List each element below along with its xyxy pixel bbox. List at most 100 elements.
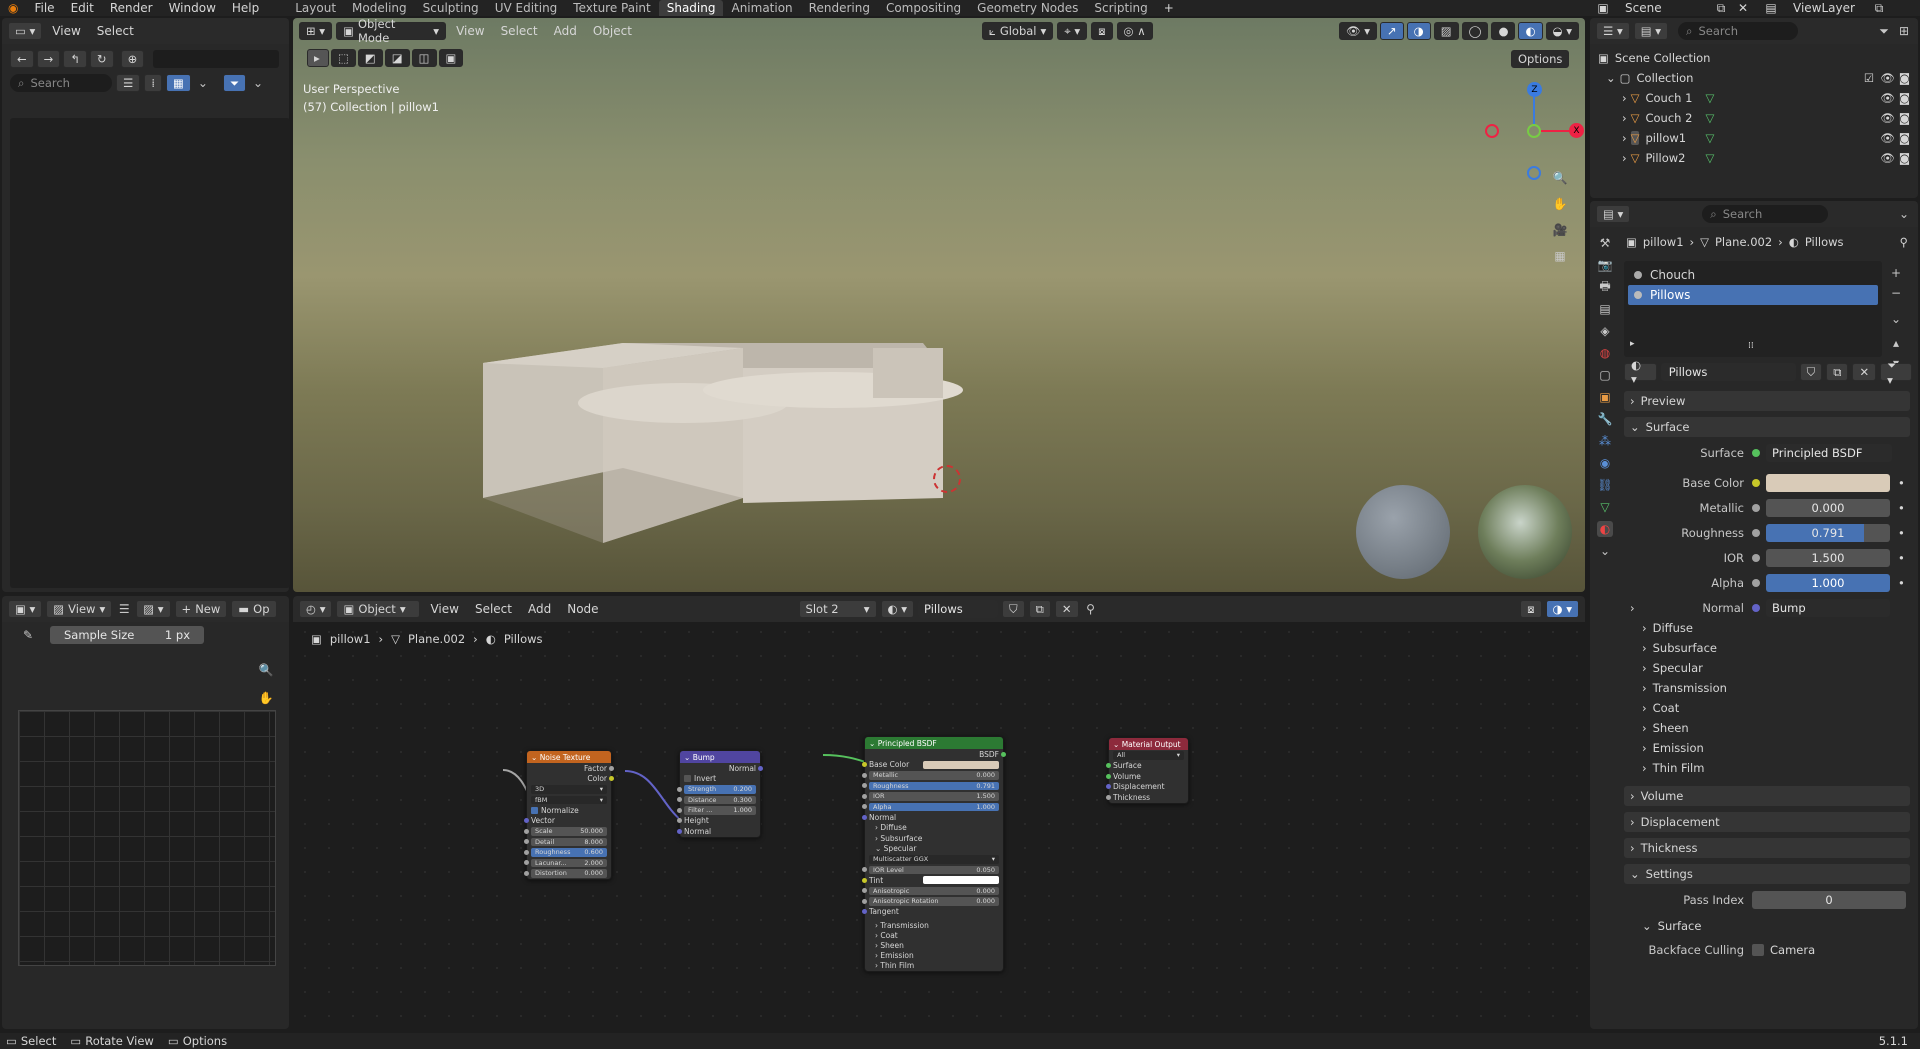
mode-dropdown[interactable]: ▣ Object Mode ▾ [336, 18, 447, 45]
thin-film-subpanel[interactable]: › Thin Film [1620, 758, 1914, 778]
list-view-icon[interactable]: ☰ [116, 74, 141, 92]
camera-icon[interactable]: ◙ [1899, 111, 1910, 125]
forward-icon[interactable]: → [36, 50, 61, 68]
duplicate-icon[interactable]: ⧉ [1826, 363, 1849, 381]
outliner-item[interactable]: › ▽ Pillow2 ▽ 👁 ◙ [1598, 148, 1910, 168]
noise-type-dropdown[interactable]: fBM ▾ [531, 795, 607, 804]
lacunarity-field[interactable]: Lacunar... 2.000 [531, 858, 607, 867]
bump-node-header[interactable]: ⌄ Bump [680, 751, 760, 763]
delete-scene-icon[interactable]: ✕ [1735, 0, 1751, 16]
view-layer-icon[interactable]: ▤ [1763, 0, 1779, 16]
specular-subpanel[interactable]: › Specular [1620, 658, 1914, 678]
chevron-right-icon[interactable]: › [1620, 601, 1640, 615]
box-invert-icon[interactable]: ◫ [411, 49, 437, 67]
eye-icon[interactable]: 👁 [1880, 131, 1895, 145]
display-mode-button[interactable]: ▤ ▾ [1633, 22, 1669, 40]
box-intersect-icon[interactable]: ▣ [438, 49, 464, 67]
ior-level-field[interactable]: IOR Level 0.050 [869, 865, 999, 874]
outliner-item[interactable]: › ▽ Couch 2 ▽ 👁 ◙ [1598, 108, 1910, 128]
camera-icon[interactable]: ◙ [1899, 151, 1910, 165]
subsurface-panel[interactable]: › Subsurface [865, 833, 1003, 844]
ior-field[interactable]: IOR 1.500 [869, 792, 999, 801]
noise-texture-node[interactable]: ⌄ Noise Texture Factor Color 3D ▾ fBM ▾ No… [524, 750, 614, 880]
data-tab-icon[interactable]: ▽ [1597, 499, 1613, 515]
diffuse-subpanel[interactable]: › Diffuse [1620, 618, 1914, 638]
editor-type-button[interactable]: ▣ ▾ [8, 600, 43, 618]
socket-normal-out[interactable] [758, 765, 763, 771]
unlink-icon[interactable]: ✕ [1852, 363, 1877, 381]
tab-modeling[interactable]: Modeling [344, 0, 415, 16]
couch-model[interactable] [473, 308, 973, 548]
tab-rendering[interactable]: Rendering [801, 0, 878, 16]
zoom-icon[interactable]: 🔍 [258, 662, 274, 678]
scale-field[interactable]: Scale 50.000 [531, 827, 607, 836]
box-add-icon[interactable]: ◩ [357, 49, 383, 67]
chevron-right-icon[interactable]: › [1622, 91, 1627, 105]
pan-icon[interactable]: ✋ [1552, 196, 1568, 212]
view-layer-tab-icon[interactable]: ▤ [1597, 301, 1613, 317]
tab-compositing[interactable]: Compositing [878, 0, 969, 16]
chevron-right-icon[interactable]: › [1622, 131, 1627, 145]
roughness-field[interactable]: Roughness 0.600 [531, 848, 607, 857]
distance-field[interactable]: Distance 0.300 [684, 795, 756, 804]
chevron-down-icon[interactable]: ⌄ [195, 75, 211, 91]
socket-height[interactable] [677, 818, 682, 824]
sheen-subpanel[interactable]: › Sheen [1620, 718, 1914, 738]
bump-node[interactable]: ⌄ Bump Normal Invert Strength 0.200 Dista… [677, 750, 763, 838]
editor-type-button[interactable]: ☰ ▾ [1596, 22, 1630, 40]
solid-shading-icon[interactable]: ● [1491, 22, 1516, 40]
menu-window[interactable]: Window [161, 0, 224, 16]
socket-factor[interactable] [609, 765, 614, 771]
ior-field[interactable]: 1.500 [1766, 549, 1890, 567]
back-icon[interactable]: ← [10, 50, 34, 68]
menu-select[interactable]: Select [495, 24, 544, 38]
socket-surface[interactable] [1106, 763, 1111, 769]
camera-icon[interactable]: ◙ [1899, 131, 1910, 145]
scene-collection-row[interactable]: ▣ Scene Collection [1598, 48, 1910, 68]
menu-file[interactable]: File [26, 0, 62, 16]
detail-field[interactable]: Detail 8.000 [531, 837, 607, 846]
tint-swatch[interactable] [923, 876, 999, 885]
object-tab-icon[interactable]: ▣ [1597, 389, 1613, 405]
subsurface-subpanel[interactable]: › Subsurface [1620, 638, 1914, 658]
add-workspace-icon[interactable]: + [1156, 0, 1182, 16]
outliner-item[interactable]: › ▽ Couch 1 ▽ 👁 ◙ [1598, 88, 1910, 108]
gizmo-neg-z[interactable] [1527, 166, 1541, 180]
properties-search-input[interactable]: ⌕ Search [1702, 205, 1829, 223]
chevron-right-icon[interactable]: › [1622, 151, 1627, 165]
eye-icon[interactable]: 👁 [1880, 91, 1895, 105]
slot-menu-icon[interactable]: ⌄ [1888, 311, 1904, 327]
menu-render[interactable]: Render [102, 0, 161, 16]
sample-size-field[interactable]: Sample Size 1 px [50, 626, 204, 644]
box-subtract-icon[interactable]: ◪ [384, 49, 410, 67]
new-folder-icon[interactable]: ⊕ [120, 50, 145, 68]
view-layer-name[interactable]: ViewLayer [1785, 0, 1865, 16]
normalize-checkbox[interactable] [531, 806, 538, 814]
eyedropper-icon[interactable]: ✎ [20, 627, 36, 643]
base-color-field[interactable] [1766, 474, 1890, 492]
base-color-swatch[interactable] [923, 760, 999, 769]
editor-type-button[interactable]: ⊞ ▾ [299, 22, 333, 40]
chevron-right-icon[interactable]: › [1622, 111, 1627, 125]
viewport-3d[interactable]: ⊞ ▾ ▣ Object Mode ▾ View Select Add Objec… [293, 18, 1585, 592]
particles-tab-icon[interactable]: ⁂ [1597, 433, 1613, 449]
3d-cursor-icon[interactable] [933, 465, 961, 493]
open-image-button[interactable]: ▬ Op [231, 600, 277, 618]
navigation-gizmo[interactable]: Z X [1485, 82, 1585, 182]
tab-geometry-nodes[interactable]: Geometry Nodes [969, 0, 1086, 16]
bsdf-node-header[interactable]: ⌄ Principled BSDF [865, 737, 1003, 749]
pass-index-field[interactable]: 0 [1752, 891, 1906, 909]
emission-subpanel[interactable]: › Emission [1620, 738, 1914, 758]
scene-icon[interactable]: ▣ [1595, 0, 1611, 16]
tab-shading[interactable]: Shading [658, 0, 724, 16]
dimension-dropdown[interactable]: 3D ▾ [531, 785, 607, 794]
noise-node-header[interactable]: ⌄ Noise Texture [527, 751, 611, 763]
visibility-icon[interactable]: 👁 ▾ [1338, 22, 1377, 40]
browse-material-icon[interactable]: ◐ ▾ [1624, 358, 1657, 386]
checkbox-icon[interactable]: ☑ [1864, 71, 1874, 85]
gizmo-z[interactable]: Z [1527, 82, 1542, 97]
select-tool-icon[interactable]: ▸ [307, 49, 329, 67]
filter-icon[interactable]: ⏷ [1876, 23, 1892, 39]
new-view-layer-icon[interactable]: ⧉ [1871, 0, 1887, 16]
tab-texture-paint[interactable]: Texture Paint [565, 0, 658, 16]
